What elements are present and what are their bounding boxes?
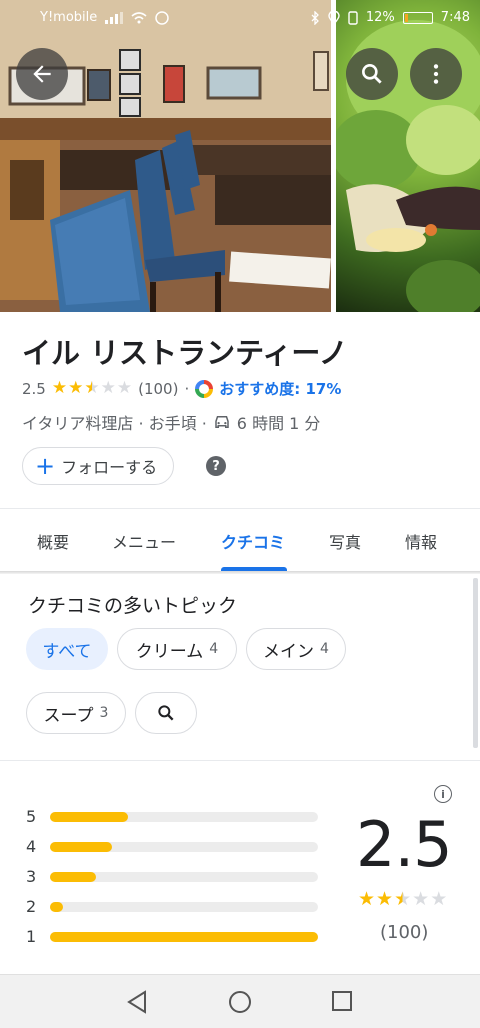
search-button[interactable] (346, 48, 398, 100)
place-name: イル リストランティーノ (22, 336, 348, 370)
histogram-fill-5 (50, 812, 128, 822)
rating-line: 2.5 ★ ★ ★ ★ ★ (100) · おすすめ度: 17% (22, 378, 341, 399)
rating-stars: ★ ★ ★ ★ ★ (52, 380, 132, 397)
more-options-button[interactable] (410, 48, 462, 100)
chip-label: スープ (43, 705, 94, 726)
signal-icon (105, 11, 124, 24)
histogram-bar-2 (50, 902, 318, 912)
topic-chip-all[interactable]: すべて (26, 628, 108, 670)
battery-percent: 12% (365, 10, 395, 25)
carrier-label: Y!mobile (40, 10, 98, 25)
histogram-bar-4 (50, 842, 318, 852)
help-icon[interactable]: ? (206, 456, 226, 476)
interior-photo[interactable] (0, 0, 331, 312)
bluetooth-icon (311, 10, 319, 25)
chat-icon (155, 10, 169, 25)
tab-info[interactable]: 情報 (405, 529, 437, 553)
nav-back-icon[interactable] (126, 990, 148, 1014)
tab-photos[interactable]: 写真 (329, 529, 361, 553)
chip-label: すべて (42, 641, 92, 662)
star-icon: ★ (100, 378, 116, 398)
nav-home-icon[interactable] (228, 990, 252, 1014)
histogram-fill-2 (50, 902, 63, 912)
car-icon (215, 416, 229, 428)
topics-title: クチコミの多いトピック (28, 595, 238, 617)
tab-bar: 概要 メニュー クチコミ 写真 情報 (0, 509, 480, 571)
category-line: イタリア料理店 · お手頃 · 6 時間 1 分 (22, 410, 320, 434)
total-review-count: (100) (380, 922, 429, 943)
histogram-fill-3 (50, 872, 96, 882)
topic-search-chip[interactable] (135, 692, 197, 734)
topic-chip-soup[interactable]: スープ 3 (26, 692, 126, 734)
search-icon (362, 64, 382, 84)
star-icon: ★ (51, 378, 68, 398)
chip-count: 4 (320, 641, 329, 657)
clock: 7:48 (440, 10, 470, 25)
histogram-label-4: 4 (26, 837, 37, 856)
star-icon: ★ (394, 888, 412, 910)
histogram-label-5: 5 (26, 807, 37, 826)
drive-time: 6 時間 1 分 (236, 414, 321, 433)
divider (0, 760, 480, 761)
topic-chip-cream[interactable]: クリーム 4 (117, 628, 237, 670)
scrollbar[interactable] (473, 578, 478, 748)
average-score: 2.5 (356, 808, 453, 881)
back-button[interactable] (16, 48, 68, 100)
separator: · (184, 379, 190, 398)
rating-value: 2.5 (22, 379, 46, 398)
histogram-bar-3 (50, 872, 318, 882)
more-vert-icon (433, 64, 439, 84)
histogram-bar-5 (50, 812, 318, 822)
plus-icon: + (35, 452, 56, 480)
tab-overview[interactable]: 概要 (37, 529, 69, 553)
chip-count: 3 (99, 705, 109, 721)
chip-label: クリーム (135, 641, 204, 662)
nav-recents-icon[interactable] (332, 991, 352, 1011)
star-icon: ★ (358, 888, 376, 910)
search-icon (158, 705, 174, 721)
vibrate-icon (348, 10, 358, 25)
divider (0, 571, 480, 574)
star-icon: ★ (430, 888, 448, 910)
location-icon (328, 10, 340, 25)
food-photo[interactable] (336, 0, 480, 312)
star-icon: ★ (84, 378, 100, 398)
back-arrow-icon (33, 65, 51, 83)
topic-chip-main[interactable]: メイン 4 (246, 628, 346, 670)
review-count[interactable]: (100) (138, 380, 178, 398)
average-stars: ★ ★ ★ ★ ★ (358, 890, 447, 909)
histogram-label-1: 1 (26, 927, 37, 946)
tab-menu[interactable]: メニュー (112, 529, 176, 553)
battery-icon (402, 11, 433, 24)
tab-reviews[interactable]: クチコミ (221, 529, 285, 553)
star-icon: ★ (116, 378, 133, 398)
hero-photos (0, 0, 480, 312)
chip-count: 4 (209, 641, 219, 657)
chip-label: メイン (263, 641, 315, 662)
histogram-bar-1 (50, 932, 318, 942)
follow-button[interactable]: + フォローする (22, 447, 175, 485)
histogram-fill-4 (50, 842, 112, 852)
info-icon[interactable]: i (434, 785, 452, 803)
status-bar: Y!mobile 12% 7:48 (0, 0, 480, 36)
histogram-label-3: 3 (26, 867, 37, 886)
system-nav-bar (0, 974, 480, 1028)
category-price: イタリア料理店 · お手頃 · (22, 414, 207, 433)
star-icon: ★ (376, 888, 394, 910)
star-icon: ★ (68, 378, 84, 398)
wifi-icon (131, 11, 147, 23)
star-icon: ★ (412, 888, 430, 910)
recommend-score[interactable]: おすすめ度: 17% (219, 378, 341, 399)
follow-label: フォローする (61, 458, 158, 477)
gauge-icon (195, 379, 214, 398)
histogram-fill-1 (50, 932, 318, 942)
histogram-label-2: 2 (26, 897, 37, 916)
